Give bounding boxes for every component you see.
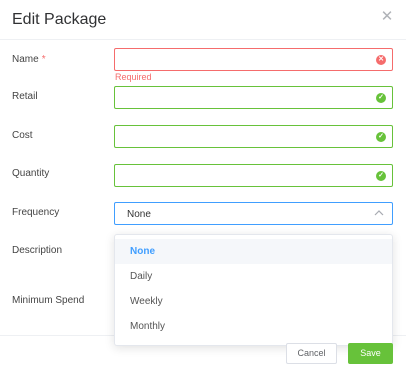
retail-field[interactable]: ✓ (114, 86, 393, 109)
edit-package-dialog: Edit Package ✕ Name * ✕ Required Retail ✓… (0, 0, 406, 376)
frequency-selected-value: None (127, 209, 151, 220)
check-icon: ✓ (376, 93, 386, 103)
minimum-spend-label: Minimum Spend (12, 295, 85, 306)
retail-label: Retail (12, 91, 38, 102)
dialog-header: Edit Package ✕ (0, 0, 406, 40)
description-label: Description (12, 245, 63, 256)
name-label-text: Name (12, 54, 39, 65)
quantity-input[interactable] (115, 165, 392, 186)
chevron-up-icon (374, 210, 384, 216)
dialog-title: Edit Package (12, 11, 107, 28)
frequency-select[interactable]: None (114, 202, 393, 225)
name-label: Name * (12, 54, 46, 65)
cost-label: Cost (12, 130, 33, 141)
required-asterisk: * (41, 54, 46, 65)
check-icon: ✓ (376, 171, 386, 181)
cancel-button[interactable]: Cancel (286, 343, 337, 364)
close-icon[interactable]: ✕ (379, 9, 395, 25)
frequency-label: Frequency (12, 207, 60, 218)
cost-field[interactable]: ✓ (114, 125, 393, 148)
cost-input[interactable] (115, 126, 392, 147)
check-icon: ✓ (376, 132, 386, 142)
error-icon: ✕ (376, 55, 386, 65)
frequency-option-weekly[interactable]: Weekly (115, 289, 392, 314)
retail-input[interactable] (115, 87, 392, 108)
save-button[interactable]: Save (348, 343, 393, 364)
name-input[interactable] (115, 49, 392, 70)
quantity-field[interactable]: ✓ (114, 164, 393, 187)
name-field[interactable]: ✕ (114, 48, 393, 71)
frequency-option-none[interactable]: None (115, 239, 392, 264)
name-error-message: Required (115, 72, 152, 82)
frequency-option-monthly[interactable]: Monthly (115, 314, 392, 339)
frequency-option-daily[interactable]: Daily (115, 264, 392, 289)
frequency-dropdown: None Daily Weekly Monthly (114, 234, 393, 346)
quantity-label: Quantity (12, 168, 50, 179)
